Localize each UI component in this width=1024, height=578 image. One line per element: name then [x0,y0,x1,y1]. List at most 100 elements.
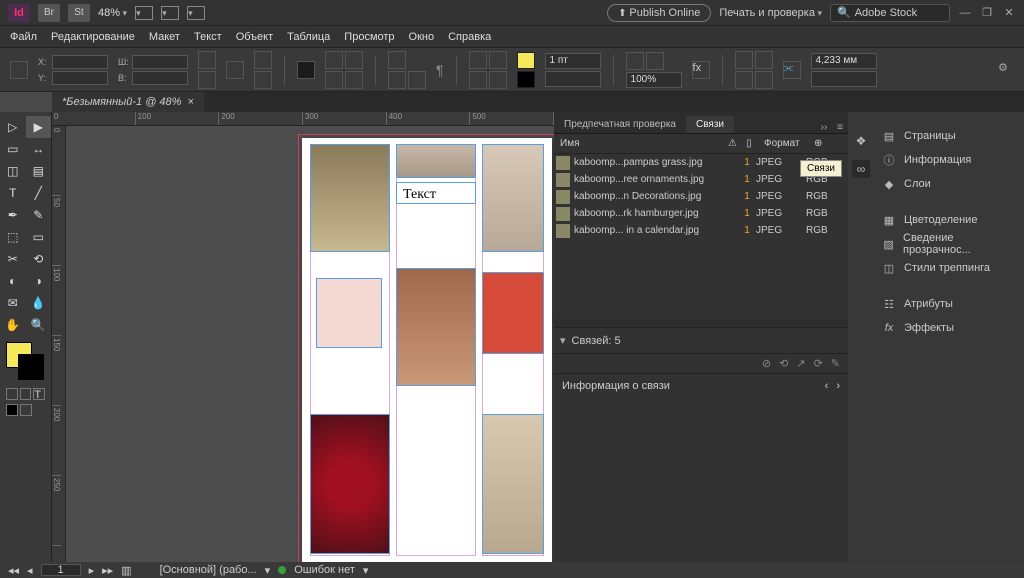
screen-mode-icon[interactable] [161,6,179,20]
info-next-icon[interactable]: › [836,380,840,392]
panel-info[interactable]: ⓘИнформация [874,148,1024,172]
stroke-swatch[interactable] [517,71,535,88]
pencil-tool[interactable]: ✎ [26,204,52,226]
opacity-input[interactable]: 100% [626,72,682,88]
menu-layout[interactable]: Макет [149,31,180,43]
info-prev-icon[interactable]: ‹ [825,380,829,392]
hand-tool[interactable]: ✋ [0,314,26,336]
fx-icon[interactable] [626,52,644,70]
apply-gradient-icon[interactable] [20,388,32,400]
x-input[interactable] [52,55,108,69]
rotate-cw-icon[interactable] [388,71,406,89]
control-menu-icon[interactable]: ⚙ [998,61,1016,79]
ref-point-icon[interactable] [10,61,28,79]
mode-normal-icon[interactable] [6,404,18,416]
bridge-button[interactable]: Br [38,4,60,22]
char-panel-icon[interactable] [297,61,315,79]
fit-4-icon[interactable] [489,71,507,89]
relink-cc-icon[interactable]: ⊘ [762,357,771,370]
links-panel-icon[interactable]: ∞ [852,160,870,178]
align-l-icon[interactable] [735,51,753,69]
rotate-icon[interactable] [226,61,244,79]
fill-swatch[interactable] [517,52,535,69]
transform-tool[interactable]: ⟲ [26,248,52,270]
stroke-weight-input[interactable]: 1 пт [545,53,601,69]
line-tool[interactable]: ╱ [26,182,52,204]
gradient-tool[interactable]: ◐ [0,270,26,292]
panel-attributes[interactable]: ☷Атрибуты [874,292,1024,316]
menu-file[interactable]: Файл [10,31,37,43]
page-prev-one-icon[interactable]: ◂ [27,564,33,577]
panel-effects[interactable]: fxЭффекты [874,316,1024,340]
align-r-icon[interactable] [735,71,753,89]
flip-h-icon[interactable] [254,51,272,69]
corner-icon[interactable]: fx [692,61,710,79]
page-tool[interactable]: ▭ [0,138,26,160]
panel-trap[interactable]: ◫Стили треппинга [874,256,1024,280]
image-frame[interactable] [482,414,544,554]
update-link-icon[interactable]: ⟳ [814,357,823,370]
scissors-tool[interactable]: ✂ [0,248,26,270]
cc-libraries-icon[interactable]: ❖ [852,132,870,150]
minimize-button[interactable]: — [958,7,972,19]
edit-original-icon[interactable]: ✎ [831,357,840,370]
mode-preview-icon[interactable] [20,404,32,416]
image-frame[interactable] [396,268,476,386]
flip-icon[interactable] [388,51,406,69]
type-tool[interactable]: T [0,182,26,204]
fit-2-icon[interactable] [489,51,507,69]
eyedropper-tool[interactable]: 💧 [26,292,52,314]
image-frame[interactable] [482,144,544,252]
link-row[interactable]: kaboomp...rk hamburger.jpg 1 JPEG RGB [554,205,848,222]
dim-input-2[interactable] [811,71,877,87]
menu-edit[interactable]: Редактирование [51,31,135,43]
menu-view[interactable]: Просмотр [344,31,394,43]
align-2-icon[interactable] [345,51,363,69]
selection-tool[interactable]: ▷ [0,116,26,138]
image-frame[interactable] [310,414,390,554]
open-icon[interactable]: ▥ [121,564,131,577]
arrange-icon[interactable] [187,6,205,20]
note-tool[interactable]: ✉ [0,292,26,314]
goto-link-icon[interactable]: ↗ [796,357,805,370]
col-format[interactable]: Формат [758,138,808,149]
panel-pages[interactable]: ▤Страницы [874,124,1024,148]
col-name[interactable]: Имя [554,138,722,149]
w-input[interactable] [132,55,188,69]
stock-button[interactable]: St [68,4,90,22]
page-prev-icon[interactable]: ◂◂ [8,564,19,577]
paragraph-icon[interactable]: ¶ [434,52,446,88]
align-3-icon[interactable] [325,71,343,89]
menu-window[interactable]: Окно [409,31,435,43]
master-dropdown[interactable]: [Основной] (рабо... [160,564,257,576]
tab-preflight[interactable]: Предпечатная проверка [554,116,686,133]
zoom-dropdown[interactable]: 48% [98,7,127,19]
text-frame[interactable]: Текст [396,182,476,204]
image-frame[interactable] [396,144,476,178]
col-warn-icon[interactable]: ⚠ [722,138,740,149]
panel-separations[interactable]: ▦Цветоделение [874,208,1024,232]
document-tab[interactable]: *Безымянный-1 @ 48%× [52,92,204,112]
link-row[interactable]: kaboomp...n Decorations.jpg 1 JPEG RGB [554,188,848,205]
scale-x-icon[interactable] [198,51,216,69]
restore-button[interactable]: ❐ [980,6,994,19]
menu-help[interactable]: Справка [448,31,491,43]
col-page-icon[interactable]: ▯ [740,138,758,149]
wrap-icon[interactable] [646,52,664,70]
dim-input[interactable]: 4,233 мм [811,53,877,69]
col-colorspace-icon[interactable]: ⊕ [808,138,848,149]
rect-tool[interactable]: ▭ [26,226,52,248]
apply-none-icon[interactable]: T [33,388,45,400]
panel-flattener[interactable]: ▨Сведение прозрачнос... [874,232,1024,256]
y-input[interactable] [52,71,108,85]
scale-y-icon[interactable] [198,71,216,89]
gap-tool[interactable]: ↔ [26,138,52,160]
page-next-icon[interactable]: ▸▸ [102,564,113,577]
pen-tool[interactable]: ✒ [0,204,26,226]
expand-icon[interactable]: ▾ [560,334,566,347]
panel-menu-icon[interactable]: ≡ [832,122,848,133]
close-button[interactable]: ✕ [1002,6,1016,19]
align-j-icon[interactable] [755,71,773,89]
menu-text[interactable]: Текст [194,31,222,43]
apply-color-icon[interactable] [6,388,18,400]
